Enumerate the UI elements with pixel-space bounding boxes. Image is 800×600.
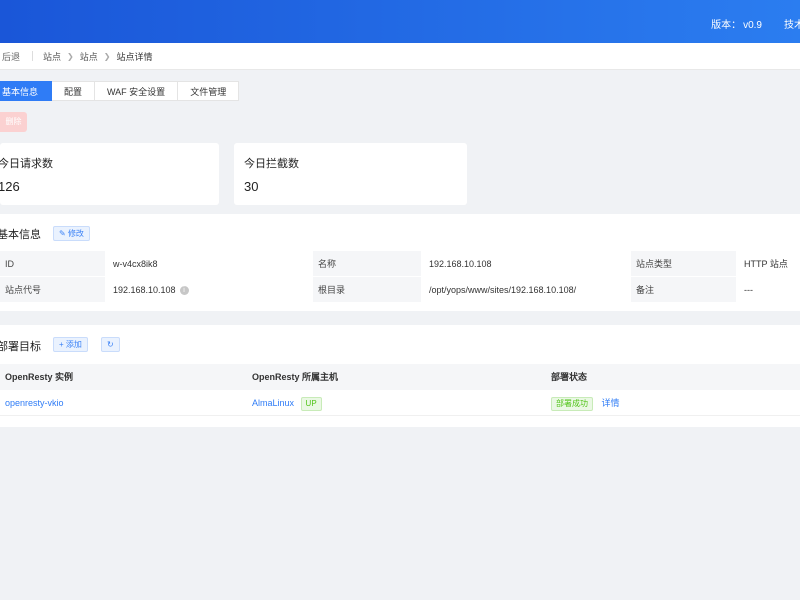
table-row: openresty-vkio AlmaLinux UP 部署成功 详情 bbox=[0, 390, 800, 416]
basic-info-panel: 基本信息 ✎ 修改 ID w-v4cx8ik8 名称 192.168.10.10… bbox=[0, 214, 800, 311]
version-info: 版本： v0.9 bbox=[711, 16, 762, 31]
host-status-badge: UP bbox=[300, 396, 322, 411]
info-value-root-dir: /opt/yops/www/sites/192.168.10.108/ bbox=[421, 277, 631, 302]
tab-basic-info[interactable]: 基本信息 bbox=[0, 81, 52, 101]
info-row: 站点代号 192.168.10.108 i 根目录 /opt/yops/www/s… bbox=[0, 277, 800, 303]
deploy-status-badge: 部署成功 bbox=[551, 396, 593, 411]
info-value-site-type: HTTP 站点 bbox=[736, 251, 800, 276]
deploy-status-cell: 部署成功 详情 bbox=[551, 390, 620, 416]
version-label: 版本： bbox=[711, 20, 742, 31]
breadcrumb: 后退 站点 ❯ 站点 ❯ 站点详情 bbox=[0, 43, 800, 70]
info-value-name: 192.168.10.108 bbox=[421, 251, 631, 276]
info-grid: ID w-v4cx8ik8 名称 192.168.10.108 站点类型 HTT… bbox=[0, 251, 800, 303]
info-key-root-dir: 根目录 bbox=[313, 277, 421, 302]
info-key-site-type: 站点类型 bbox=[631, 251, 736, 276]
basic-info-title: 基本信息 bbox=[0, 229, 41, 241]
requests-label: 今日请求数 bbox=[0, 158, 53, 170]
column-header-host: OpenResty 所属主机 bbox=[252, 372, 339, 382]
site-code-text: 192.168.10.108 bbox=[113, 285, 176, 295]
blocked-value: 30 bbox=[244, 179, 259, 194]
host-link[interactable]: AlmaLinux bbox=[252, 398, 294, 408]
chevron-right-icon: ❯ bbox=[103, 51, 111, 61]
back-button[interactable]: 后退 bbox=[2, 50, 20, 63]
breadcrumb-item-current: 站点详情 bbox=[116, 51, 153, 62]
info-value-remark: --- bbox=[736, 277, 800, 302]
info-key-remark: 备注 bbox=[631, 277, 736, 302]
edit-button[interactable]: ✎ 修改 bbox=[53, 226, 90, 241]
refresh-icon: ↻ bbox=[107, 340, 114, 349]
deploy-targets-panel: 部署目标 + 添加 ↻ OpenResty 实例 OpenResty 所属主机 … bbox=[0, 325, 800, 427]
tab-config[interactable]: 配置 bbox=[52, 81, 96, 101]
info-icon[interactable]: i bbox=[179, 286, 189, 296]
instance-link[interactable]: openresty-vkio bbox=[5, 390, 64, 416]
delete-button[interactable]: 删除 bbox=[0, 112, 27, 132]
breadcrumb-divider bbox=[32, 51, 34, 61]
deploy-targets-title: 部署目标 bbox=[0, 341, 41, 353]
stat-card-blocked: 今日拦截数 30 bbox=[234, 143, 467, 205]
detail-link[interactable]: 详情 bbox=[602, 398, 620, 408]
info-row: ID w-v4cx8ik8 名称 192.168.10.108 站点类型 HTT… bbox=[0, 251, 800, 277]
stat-card-requests: 今日请求数 126 bbox=[0, 143, 219, 205]
info-key-site-code: 站点代号 bbox=[0, 277, 105, 302]
column-header-status: 部署状态 bbox=[551, 372, 588, 382]
tab-file-management[interactable]: 文件管理 bbox=[178, 81, 240, 101]
blocked-label: 今日拦截数 bbox=[244, 158, 299, 170]
breadcrumb-item-sites[interactable]: 站点 bbox=[43, 50, 61, 63]
info-value-id: w-v4cx8ik8 bbox=[105, 251, 313, 276]
requests-value: 126 bbox=[0, 179, 20, 194]
chevron-right-icon: ❯ bbox=[67, 51, 74, 61]
edit-label: 修改 bbox=[67, 229, 84, 238]
info-value-site-code: 192.168.10.108 i bbox=[105, 277, 313, 302]
info-key-id: ID bbox=[0, 251, 105, 276]
refresh-button[interactable]: ↻ bbox=[101, 337, 120, 352]
column-header-instance: OpenResty 实例 bbox=[5, 372, 74, 382]
version-value: v0.9 bbox=[743, 20, 762, 31]
info-key-name: 名称 bbox=[313, 251, 421, 276]
edit-icon: ✎ bbox=[59, 229, 66, 238]
add-target-button[interactable]: + 添加 bbox=[53, 337, 88, 352]
tab-waf-settings[interactable]: WAF 安全设置 bbox=[95, 81, 179, 101]
tab-bar: 基本信息 配置 WAF 安全设置 文件管理 bbox=[0, 81, 240, 101]
table-header: OpenResty 实例 OpenResty 所属主机 部署状态 bbox=[0, 364, 800, 390]
breadcrumb-item-sites-2[interactable]: 站点 bbox=[80, 50, 98, 63]
top-header-bar: 版本： v0.9 技术 bbox=[0, 0, 800, 43]
tech-menu[interactable]: 技术 bbox=[784, 16, 800, 31]
host-cell: AlmaLinux UP bbox=[252, 390, 322, 416]
